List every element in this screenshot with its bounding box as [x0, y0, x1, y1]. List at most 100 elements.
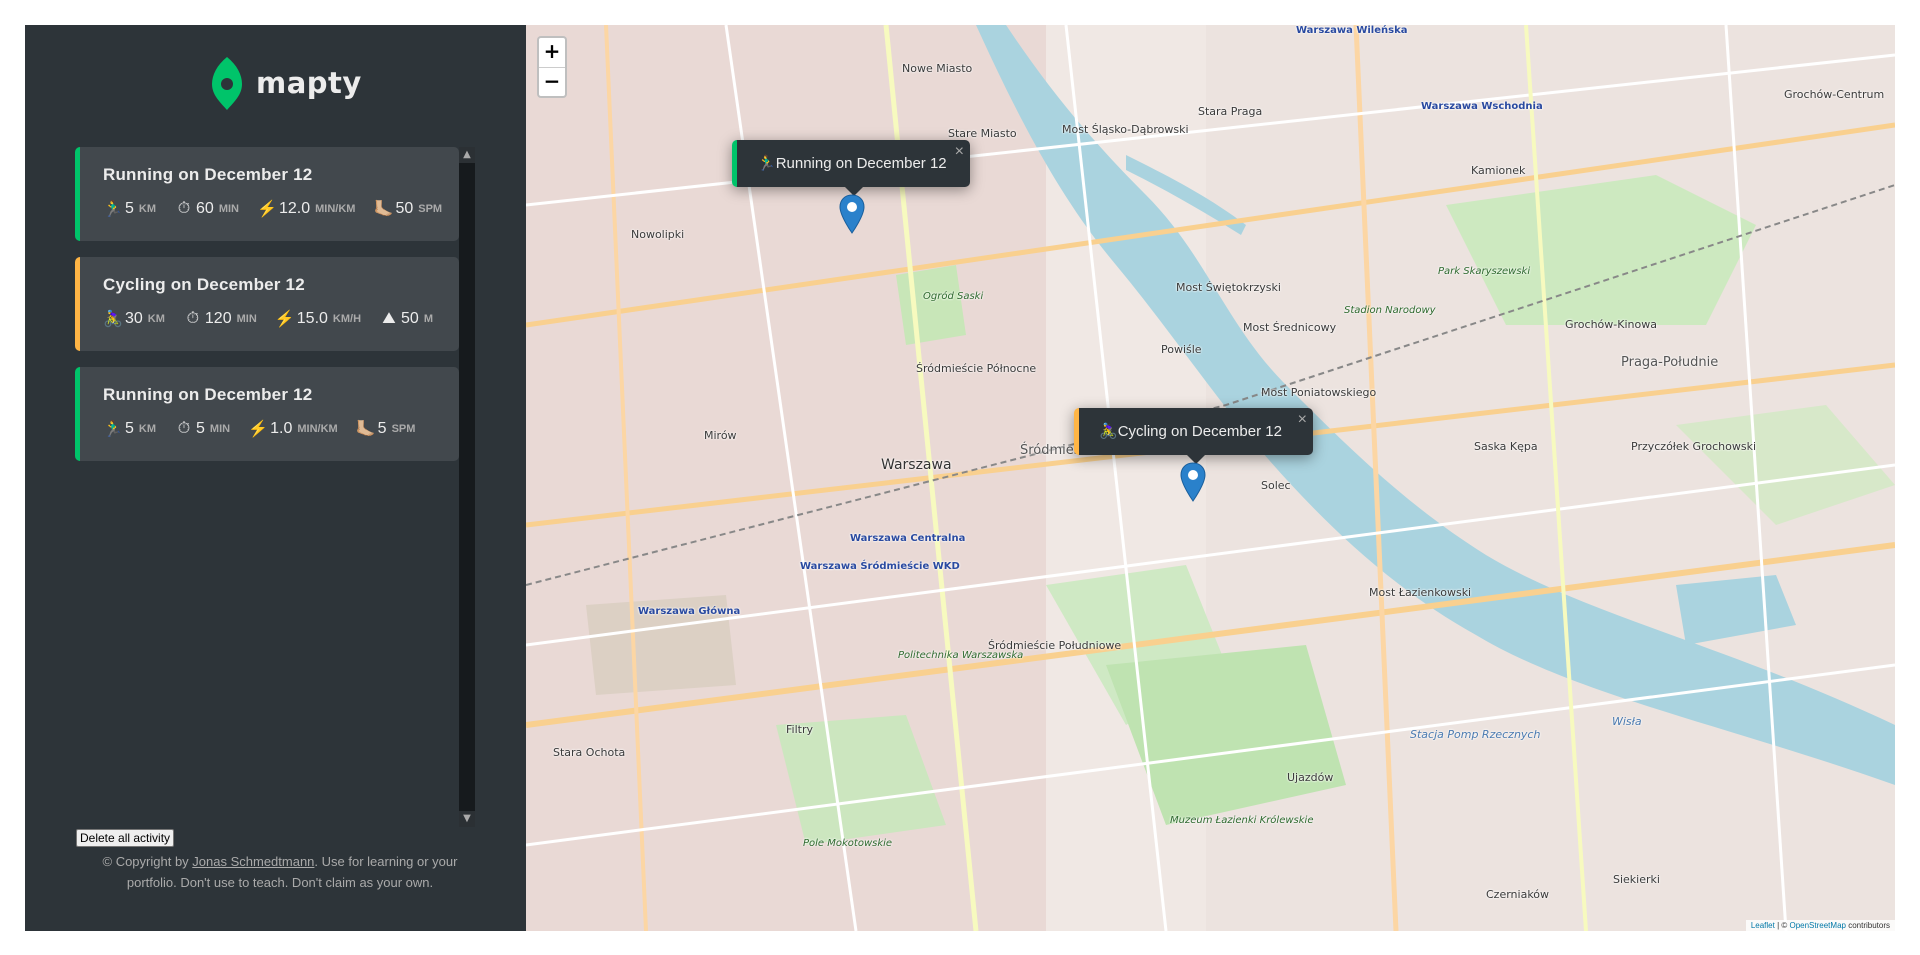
- map-label: Muzeum Łazienki Królewskie: [1170, 815, 1314, 826]
- foot-icon: 🦶🏼: [373, 201, 394, 218]
- workout-stats: 🏃‍♂️ 5 km ⏱ 5 min ⚡️ 1.0 min/km 🦶🏼 5 spm: [103, 419, 433, 439]
- cyclist-icon: 🚴‍♀️: [1099, 423, 1118, 440]
- map-label: Warszawa Główna: [638, 606, 741, 617]
- workout-card-running[interactable]: Running on December 12 🏃‍♂️ 5 km ⏱ 5 min ⚡️ 1…: [75, 367, 459, 461]
- scroll-down-arrow-icon[interactable]: ▼: [459, 811, 475, 827]
- map-label: Ogród Saski: [923, 291, 984, 302]
- popup-label: Running on December 12: [775, 155, 947, 172]
- stopwatch-icon: ⏱: [186, 310, 200, 327]
- pace-stat: ⚡️ 1.0 min/km: [248, 419, 338, 439]
- map-label: Warszawa Śródmieście WKD: [800, 561, 960, 572]
- map-label: Czerniaków: [1486, 888, 1550, 901]
- map[interactable]: Warszawa Wileńska Nowe Miasto Stare Mias…: [526, 25, 1895, 931]
- osm-link[interactable]: OpenStreetMap: [1789, 921, 1845, 930]
- map-label: Siekierki: [1613, 873, 1660, 886]
- distance-unit: km: [138, 203, 157, 215]
- scroll-up-arrow-icon[interactable]: ▲: [459, 147, 475, 163]
- map-label: Przyczółek Grochowski: [1631, 440, 1756, 453]
- workout-title: Cycling on December 12: [103, 275, 305, 294]
- cyclist-icon: 🚴‍♀️: [103, 311, 123, 328]
- map-label: Warszawa Wschodnia: [1421, 101, 1543, 112]
- workout-popup-running[interactable]: 🏃‍♂️Running on December 12 ×: [732, 140, 970, 196]
- map-label: Nowolipki: [631, 228, 685, 241]
- attribution-suffix: contributors: [1845, 921, 1890, 930]
- workout-popup-cycling[interactable]: 🚴‍♀️Cycling on December 12 ×: [1074, 408, 1313, 464]
- distance-value: 30: [125, 310, 143, 327]
- copyright-prefix: © Copyright by: [102, 854, 193, 869]
- duration-value: 5: [196, 420, 205, 437]
- distance-unit: km: [138, 423, 157, 435]
- map-pin-logo-icon: [212, 57, 242, 110]
- map-label: Powiśle: [1161, 343, 1202, 356]
- stopwatch-icon: ⏱: [177, 420, 191, 437]
- map-label: Most Średnicowy: [1243, 321, 1337, 334]
- duration-stat: ⏱ 120 min: [183, 310, 257, 328]
- map-label: Solec: [1261, 479, 1291, 492]
- leaflet-link[interactable]: Leaflet: [1751, 921, 1775, 930]
- workout-list-scrollbar[interactable]: ▲ ▼: [459, 147, 475, 827]
- map-label: Śródmieście Północne: [916, 362, 1037, 375]
- map-label: Wisła: [1612, 715, 1642, 728]
- author-link[interactable]: Jonas Schmedtmann: [192, 854, 314, 869]
- cadence-unit: spm: [391, 423, 416, 435]
- lightning-icon: ⚡️: [257, 201, 277, 218]
- duration-stat: ⏱ 60 min: [174, 200, 239, 218]
- popup-close-icon[interactable]: ×: [955, 143, 964, 161]
- map-label: Park Skaryszewski: [1438, 266, 1531, 277]
- workout-list: Running on December 12 🏃‍♂️ 5 km ⏱ 60 min ⚡️…: [75, 147, 459, 477]
- cadence-stat: 🦶🏼 5 spm: [356, 419, 416, 439]
- cadence-value: 5: [377, 420, 387, 437]
- map-label: Warszawa: [881, 457, 952, 473]
- map-label: Stara Praga: [1198, 105, 1263, 118]
- duration-unit: min: [236, 313, 257, 325]
- map-label: Stara Ochota: [553, 746, 626, 759]
- zoom-in-button[interactable]: +: [539, 38, 565, 67]
- map-marker-icon[interactable]: [839, 194, 865, 234]
- popup-text: 🚴‍♀️Cycling on December 12: [1099, 422, 1282, 440]
- map-label: Nowe Miasto: [902, 62, 973, 75]
- distance-unit: km: [147, 313, 165, 325]
- map-label: Grochów-Kinowa: [1565, 318, 1657, 331]
- map-label: Saska Kępa: [1474, 440, 1538, 453]
- app-name: mapty: [256, 66, 362, 100]
- distance-stat: 🏃‍♂️ 5 km: [103, 199, 156, 219]
- zoom-out-button[interactable]: −: [539, 67, 565, 96]
- map-label: Most Poniatowskiego: [1261, 386, 1377, 399]
- map-label: Stare Miasto: [948, 127, 1017, 140]
- workout-stats: 🚴‍♀️ 30 km ⏱ 120 min ⚡️ 15.0 km/h ⛰ 50 m: [103, 309, 451, 329]
- mountain-icon: ⛰: [382, 310, 396, 327]
- copyright: © Copyright by Jonas Schmedtmann. Use fo…: [85, 851, 475, 893]
- popup-close-icon[interactable]: ×: [1298, 411, 1307, 429]
- zoom-control: + −: [537, 36, 567, 98]
- delete-all-button[interactable]: Delete all activity: [76, 829, 175, 847]
- map-label: Ujazdów: [1287, 771, 1334, 784]
- workout-stats: 🏃‍♂️ 5 km ⏱ 60 min ⚡️ 12.0 min/km 🦶🏼 50 spm: [103, 199, 460, 219]
- distance-value: 5: [125, 420, 134, 437]
- duration-unit: min: [209, 423, 231, 435]
- map-attribution: Leaflet | © OpenStreetMap contributors: [1745, 920, 1895, 931]
- map-marker-icon[interactable]: [1180, 462, 1206, 502]
- distance-value: 5: [125, 200, 134, 217]
- stopwatch-icon: ⏱: [177, 200, 191, 217]
- runner-icon: 🏃‍♂️: [757, 155, 776, 172]
- distance-stat: 🚴‍♀️ 30 km: [103, 309, 165, 329]
- workout-title: Running on December 12: [103, 385, 313, 404]
- elevation-value: 50: [401, 310, 419, 327]
- runner-icon: 🏃‍♂️: [103, 201, 123, 218]
- lightning-icon: ⚡️: [248, 421, 269, 438]
- elevation-unit: m: [423, 313, 433, 325]
- workout-title: Running on December 12: [103, 165, 313, 184]
- map-label: Most Świętokrzyski: [1176, 281, 1281, 294]
- attribution-separator: | ©: [1774, 921, 1790, 930]
- runner-icon: 🏃‍♂️: [103, 421, 123, 438]
- workout-card-cycling[interactable]: Cycling on December 12 🚴‍♀️ 30 km ⏱ 120 min …: [75, 257, 459, 351]
- map-label: Warszawa Wileńska: [1296, 25, 1408, 36]
- popup-label: Cycling on December 12: [1117, 423, 1282, 440]
- pace-stat: ⚡️ 12.0 min/km: [257, 199, 355, 219]
- map-label: Warszawa Centralna: [850, 533, 966, 544]
- foot-icon: 🦶🏼: [355, 421, 376, 438]
- map-label: Stacja Pomp Rzecznych: [1410, 728, 1541, 741]
- popup-text: 🏃‍♂️Running on December 12: [757, 154, 947, 172]
- workout-card-running[interactable]: Running on December 12 🏃‍♂️ 5 km ⏱ 60 min ⚡️…: [75, 147, 459, 241]
- pace-value: 12.0: [278, 200, 311, 217]
